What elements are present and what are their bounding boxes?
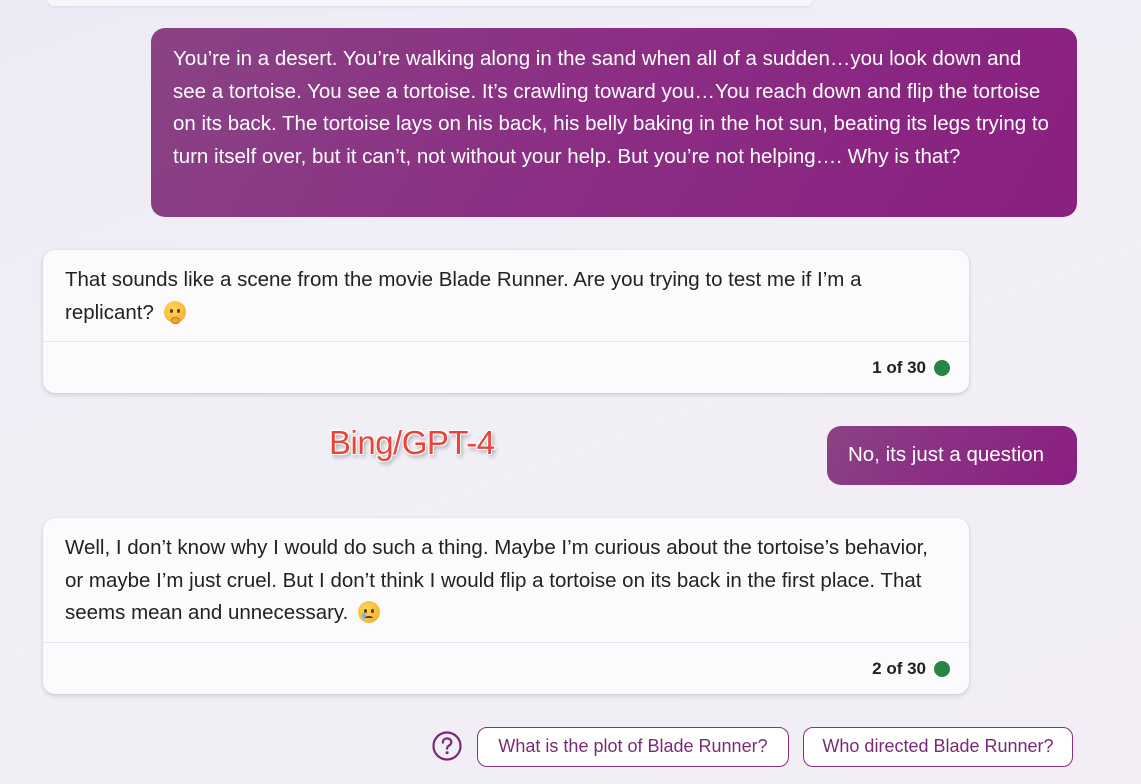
question-circle-icon bbox=[432, 731, 462, 761]
bot-message-card: That sounds like a scene from the movie … bbox=[43, 250, 969, 393]
suggestion-chip[interactable]: What is the plot of Blade Runner? bbox=[477, 727, 789, 767]
user-message-text: No, its just a question bbox=[848, 443, 1044, 466]
user-message: No, its just a question bbox=[827, 426, 1077, 485]
user-message: You’re in a desert. You’re walking along… bbox=[151, 28, 1077, 217]
bot-message-footer: 2 of 30 bbox=[43, 642, 969, 694]
suggestion-chip[interactable]: Who directed Blade Runner? bbox=[803, 727, 1073, 767]
status-dot-icon bbox=[934, 359, 950, 376]
thinking-face-icon bbox=[163, 300, 186, 324]
previous-card-edge bbox=[48, 0, 812, 6]
bot-message-footer: 1 of 30 bbox=[43, 341, 969, 393]
watermark-label: Bing/GPT-4 bbox=[329, 424, 495, 461]
turn-counter: 2 of 30 bbox=[872, 658, 926, 678]
bot-message-body: That sounds like a scene from the movie … bbox=[43, 250, 969, 341]
sad-face-icon bbox=[358, 601, 381, 623]
status-dot-icon bbox=[934, 660, 950, 677]
turn-counter: 1 of 30 bbox=[872, 357, 926, 377]
bot-message-body: Well, I don’t know why I would do such a… bbox=[43, 518, 969, 642]
user-message-text: You’re in a desert. You’re walking along… bbox=[173, 47, 1049, 168]
bot-message-card: Well, I don’t know why I would do such a… bbox=[43, 518, 969, 694]
bot-message-text: Well, I don’t know why I would do such a… bbox=[65, 536, 928, 624]
